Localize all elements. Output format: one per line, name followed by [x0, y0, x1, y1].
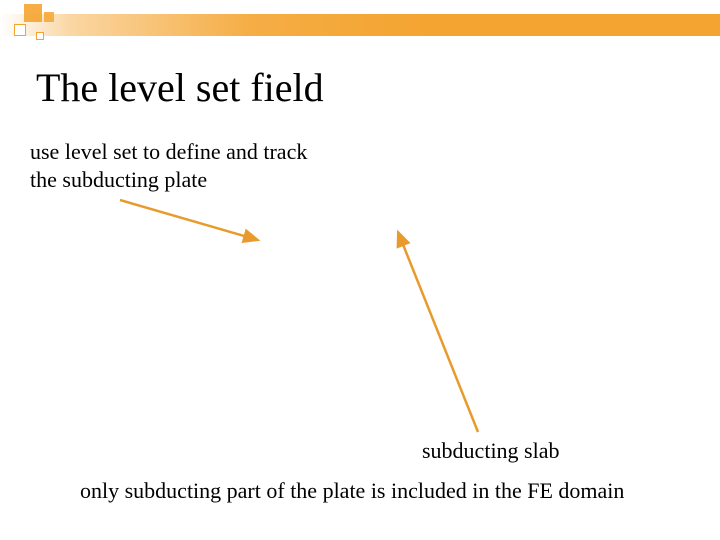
- description-text: use level set to define and track the su…: [30, 138, 307, 193]
- square-outline-icon: [36, 32, 44, 40]
- header-decoration: [0, 0, 720, 44]
- square-icon: [44, 12, 54, 22]
- square-icon: [24, 4, 42, 22]
- arrow-line: [398, 232, 478, 432]
- slab-label: subducting slab: [422, 438, 560, 464]
- arrow-line: [120, 200, 258, 240]
- square-outline-icon: [14, 24, 26, 36]
- description-line: the subducting plate: [30, 166, 307, 194]
- slide-title: The level set field: [36, 64, 324, 111]
- bottom-note: only subducting part of the plate is inc…: [80, 478, 624, 504]
- description-line: use level set to define and track: [30, 138, 307, 166]
- gradient-band: [0, 14, 720, 36]
